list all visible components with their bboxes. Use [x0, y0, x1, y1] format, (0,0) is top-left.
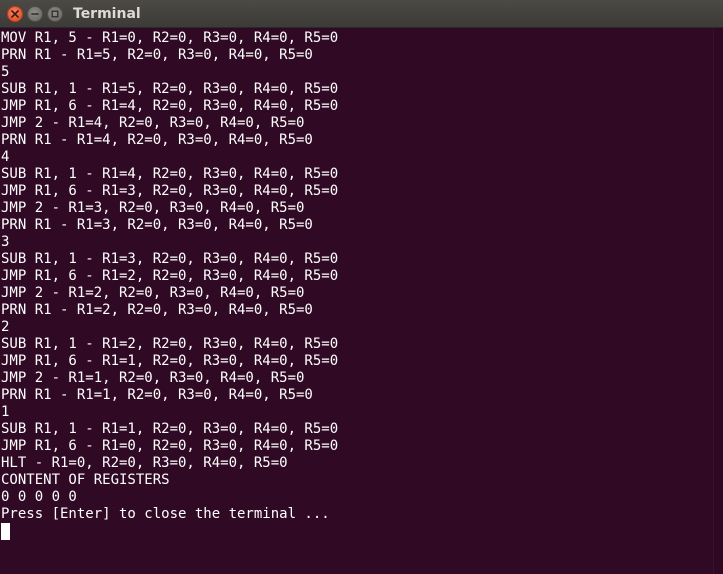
close-icon	[11, 10, 19, 18]
title-bar[interactable]: Terminal	[0, 0, 723, 28]
terminal-line: MOV R1, 5 - R1=0, R2=0, R3=0, R4=0, R5=0	[1, 30, 339, 46]
terminal-line: JMP R1, 6 - R1=4, R2=0, R3=0, R4=0, R5=0	[1, 98, 339, 114]
terminal-line: PRN R1 - R1=2, R2=0, R3=0, R4=0, R5=0	[1, 302, 313, 318]
maximize-icon	[51, 10, 59, 18]
minimize-button[interactable]	[27, 6, 43, 22]
terminal-line: HLT - R1=0, R2=0, R3=0, R4=0, R5=0	[1, 455, 288, 471]
terminal-line: SUB R1, 1 - R1=5, R2=0, R3=0, R4=0, R5=0	[1, 81, 339, 97]
terminal-output: MOV R1, 5 - R1=0, R2=0, R3=0, R4=0, R5=0…	[1, 30, 338, 540]
text-cursor	[1, 523, 10, 540]
terminal-line: PRN R1 - R1=1, R2=0, R3=0, R4=0, R5=0	[1, 387, 313, 403]
terminal-line: 1	[1, 404, 10, 420]
terminal-line: PRN R1 - R1=4, R2=0, R3=0, R4=0, R5=0	[1, 132, 313, 148]
scrollbar[interactable]	[713, 28, 723, 574]
terminal-line: JMP 2 - R1=3, R2=0, R3=0, R4=0, R5=0	[1, 200, 305, 216]
terminal-line: 5	[1, 64, 10, 80]
cursor-line	[1, 523, 338, 540]
terminal-line: PRN R1 - R1=5, R2=0, R3=0, R4=0, R5=0	[1, 47, 313, 63]
terminal-line: 3	[1, 234, 10, 250]
terminal-line: 2	[1, 319, 10, 335]
terminal-line: JMP R1, 6 - R1=1, R2=0, R3=0, R4=0, R5=0	[1, 353, 339, 369]
terminal-line: SUB R1, 1 - R1=1, R2=0, R3=0, R4=0, R5=0	[1, 421, 339, 437]
terminal-line: CONTENT OF REGISTERS	[1, 472, 170, 488]
terminal-line: JMP R1, 6 - R1=2, R2=0, R3=0, R4=0, R5=0	[1, 268, 339, 284]
terminal-line: JMP 2 - R1=2, R2=0, R3=0, R4=0, R5=0	[1, 285, 305, 301]
terminal-line: JMP 2 - R1=1, R2=0, R3=0, R4=0, R5=0	[1, 370, 305, 386]
terminal-line: JMP R1, 6 - R1=3, R2=0, R3=0, R4=0, R5=0	[1, 183, 339, 199]
terminal-line: Press [Enter] to close the terminal ...	[1, 506, 330, 522]
terminal-line: 4	[1, 149, 10, 165]
terminal-line: PRN R1 - R1=3, R2=0, R3=0, R4=0, R5=0	[1, 217, 313, 233]
terminal-line: SUB R1, 1 - R1=3, R2=0, R3=0, R4=0, R5=0	[1, 251, 339, 267]
minimize-icon	[31, 13, 39, 15]
maximize-button[interactable]	[47, 6, 63, 22]
terminal-line: JMP R1, 6 - R1=0, R2=0, R3=0, R4=0, R5=0	[1, 438, 339, 454]
window-title: Terminal	[73, 6, 141, 22]
terminal-area[interactable]: MOV R1, 5 - R1=0, R2=0, R3=0, R4=0, R5=0…	[0, 28, 723, 574]
terminal-line: SUB R1, 1 - R1=2, R2=0, R3=0, R4=0, R5=0	[1, 336, 339, 352]
terminal-line: JMP 2 - R1=4, R2=0, R3=0, R4=0, R5=0	[1, 115, 305, 131]
terminal-window: Terminal MOV R1, 5 - R1=0, R2=0, R3=0, R…	[0, 0, 723, 574]
terminal-line: SUB R1, 1 - R1=4, R2=0, R3=0, R4=0, R5=0	[1, 166, 339, 182]
close-button[interactable]	[7, 6, 23, 22]
terminal-line: 0 0 0 0 0	[1, 489, 77, 505]
